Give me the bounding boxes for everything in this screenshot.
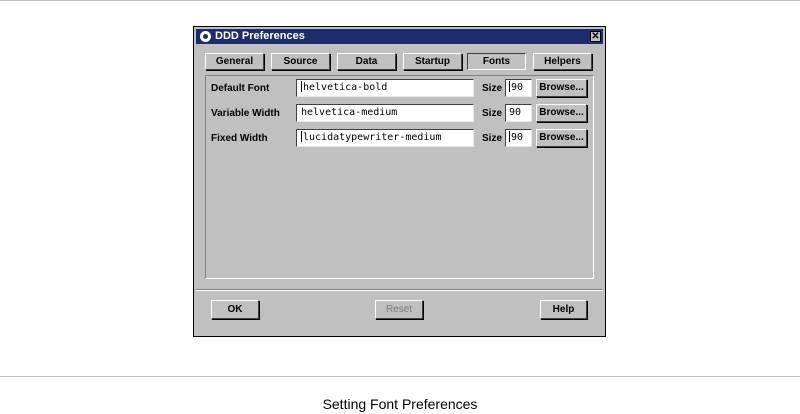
variable-width-value: helvetica-medium xyxy=(301,107,398,118)
variable-width-size-input[interactable]: 90 xyxy=(505,104,532,122)
variable-width-input[interactable]: helvetica-medium xyxy=(296,104,474,122)
default-font-size-value: 90 xyxy=(511,82,524,93)
fixed-width-label: Fixed Width xyxy=(211,133,268,144)
fixed-width-size-label: Size xyxy=(482,133,503,144)
fixed-width-size-input[interactable]: 90 xyxy=(505,129,532,147)
fixed-width-browse-button[interactable]: Browse... xyxy=(536,129,587,147)
bottom-rule xyxy=(0,376,800,377)
close-icon[interactable]: ✕ xyxy=(590,31,601,42)
text-caret xyxy=(301,81,302,92)
text-caret xyxy=(509,131,510,142)
window-title: DDD Preferences xyxy=(215,30,305,42)
fixed-width-value: lucidatypewriter-medium xyxy=(303,132,442,143)
variable-width-size-label: Size xyxy=(482,108,503,119)
text-caret xyxy=(301,131,302,142)
tab-startup[interactable]: Startup xyxy=(403,53,462,70)
default-font-size-input[interactable]: 90 xyxy=(505,79,532,97)
tab-fonts[interactable]: Fonts xyxy=(467,53,526,70)
ddd-app-icon[interactable] xyxy=(200,31,211,42)
tab-helpers[interactable]: Helpers xyxy=(533,53,592,70)
tab-data[interactable]: Data xyxy=(337,53,396,70)
title-bar[interactable]: DDD Preferences ✕ xyxy=(196,29,603,44)
variable-width-label: Variable Width xyxy=(211,108,280,119)
default-font-label: Default Font xyxy=(211,83,270,94)
default-font-input[interactable]: helvetica-bold xyxy=(296,79,474,97)
fixed-width-input[interactable]: lucidatypewriter-medium xyxy=(296,129,474,147)
default-font-size-label: Size xyxy=(482,83,503,94)
preferences-window: DDD Preferences ✕ General Source Data St… xyxy=(193,26,606,337)
reset-button[interactable]: Reset xyxy=(375,300,423,319)
figure-caption: Setting Font Preferences xyxy=(322,396,478,412)
tab-general[interactable]: General xyxy=(205,53,264,70)
default-font-value: helvetica-bold xyxy=(303,82,388,93)
top-rule xyxy=(0,0,800,1)
help-button[interactable]: Help xyxy=(540,300,587,319)
button-separator xyxy=(196,289,603,291)
fixed-width-size-value: 90 xyxy=(511,132,524,143)
default-font-browse-button[interactable]: Browse... xyxy=(536,79,587,97)
tab-source[interactable]: Source xyxy=(271,53,330,70)
variable-width-browse-button[interactable]: Browse... xyxy=(536,104,587,122)
variable-width-size-value: 90 xyxy=(509,107,522,118)
text-caret xyxy=(509,81,510,92)
ok-button[interactable]: OK xyxy=(211,300,259,319)
